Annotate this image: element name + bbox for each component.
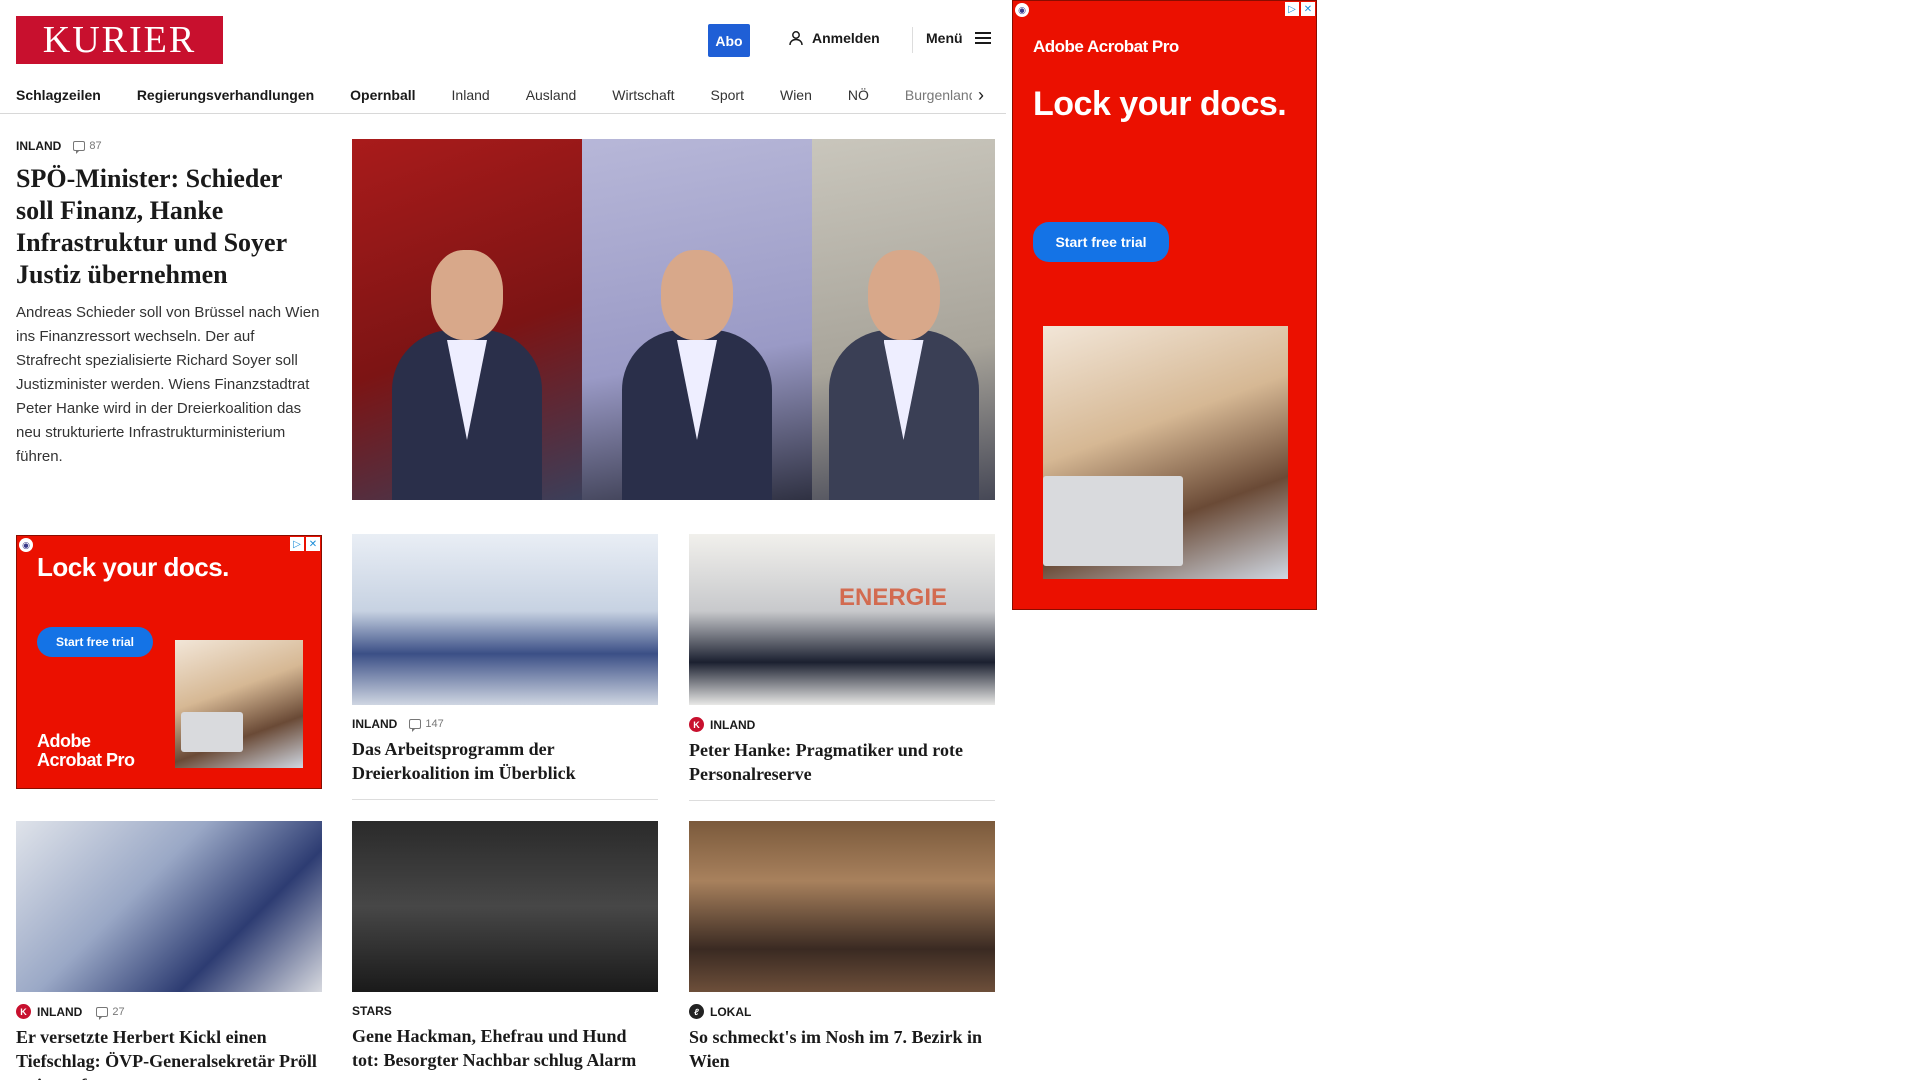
- menu-label: Menü: [926, 30, 963, 46]
- adobe-ad-skyscraper[interactable]: ◉ ▷ ✕ Adobe Acrobat Pro Lock your docs. S…: [1012, 0, 1317, 610]
- article-card[interactable]: ℓ LOKAL So schmeckt's im Nosh im 7. Bezi…: [689, 821, 995, 1073]
- ad-photo: [175, 640, 303, 768]
- lead-meta: INLAND 87: [16, 139, 322, 154]
- nav-scroll-right-icon[interactable]: ›: [972, 78, 990, 112]
- article-divider: [689, 800, 995, 801]
- article-meta: INLAND 147: [352, 717, 658, 732]
- lead-title[interactable]: SPÖ-Minister: Schieder soll Finanz, Hank…: [16, 163, 322, 291]
- user-icon: [789, 31, 803, 46]
- nav-item-inland[interactable]: Inland: [434, 87, 508, 103]
- comment-icon: [73, 141, 86, 154]
- menu-button[interactable]: Menü: [926, 30, 991, 46]
- article-meta: K INLAND 27: [16, 1004, 322, 1020]
- ad-cta-button[interactable]: Start free trial: [37, 627, 153, 657]
- nav-item-sport[interactable]: Sport: [693, 87, 762, 103]
- adchoices-icon[interactable]: ▷: [290, 537, 304, 551]
- nav-bottom-border: [0, 113, 1006, 114]
- article-comment-count[interactable]: 147: [409, 718, 444, 732]
- article-card[interactable]: K INLAND 27 Er versetzte Herbert Kickl e…: [16, 821, 322, 1080]
- lead-comments-value: 87: [89, 140, 102, 152]
- login-button[interactable]: Anmelden: [788, 30, 880, 46]
- comment-icon: [96, 1006, 109, 1020]
- article-image[interactable]: [689, 821, 995, 992]
- abo-button[interactable]: Abo: [708, 24, 750, 57]
- adobe-ad-inline[interactable]: ◉ ▷ ✕ Lock your docs. Start free trial Ad…: [16, 535, 322, 789]
- ad-cta-button[interactable]: Start free trial: [1033, 222, 1169, 262]
- article-title[interactable]: Das Arbeitsprogramm der Dreierkoalition …: [352, 737, 658, 785]
- article-meta: K INLAND: [689, 717, 995, 732]
- lokal-icon: ℓ: [689, 1004, 704, 1019]
- nav-item-ausland[interactable]: Ausland: [508, 87, 595, 103]
- article-card[interactable]: STARS Gene Hackman, Ehefrau und Hund tot…: [352, 821, 658, 1072]
- article-title[interactable]: Er versetzte Herbert Kickl einen Tiefsch…: [16, 1025, 322, 1080]
- lead-image-panel-3: [812, 139, 995, 500]
- article-comments-value: 27: [112, 1005, 125, 1018]
- article-divider: [352, 799, 658, 800]
- ad-brand: Adobe Acrobat Pro: [1033, 37, 1179, 56]
- lead-image-panel-2: [582, 139, 812, 500]
- lead-image-panel-1: [352, 139, 582, 500]
- ad-brand-line1: Adobe: [37, 731, 91, 751]
- article-category[interactable]: STARS: [352, 1004, 392, 1018]
- article-category[interactable]: INLAND: [352, 717, 397, 731]
- ad-headline: Lock your docs.: [1033, 85, 1287, 123]
- lead-teaser: Andreas Schieder soll von Brüssel nach W…: [16, 304, 320, 465]
- article-card[interactable]: ENERGIE K INLAND Peter Hanke: Pragmatike…: [689, 534, 995, 801]
- article-comments-value: 147: [425, 718, 444, 730]
- ad-privacy-icon[interactable]: ◉: [19, 538, 33, 552]
- ad-close-icon[interactable]: ✕: [306, 537, 320, 551]
- ad-photo: [1043, 326, 1288, 579]
- article-title[interactable]: Peter Hanke: Pragmatiker und rote Person…: [689, 738, 995, 786]
- article-meta: STARS: [352, 1004, 658, 1018]
- article-card[interactable]: INLAND 147 Das Arbeitsprogramm der Dreie…: [352, 534, 658, 800]
- article-comment-count[interactable]: 27: [96, 1005, 125, 1020]
- nav-item-noe[interactable]: NÖ: [830, 87, 887, 103]
- article-title[interactable]: Gene Hackman, Ehefrau und Hund tot: Beso…: [352, 1024, 658, 1072]
- kurier-plus-icon: K: [16, 1004, 31, 1019]
- lead-image[interactable]: [352, 139, 995, 500]
- section-nav: Schlagzeilen Regierungsverhandlungen Ope…: [16, 78, 990, 112]
- article-image[interactable]: ENERGIE: [689, 534, 995, 705]
- adchoices-icon[interactable]: ▷: [1285, 2, 1299, 16]
- article-category[interactable]: INLAND: [710, 718, 755, 732]
- article-image[interactable]: [352, 821, 658, 992]
- image-text: ENERGIE: [839, 584, 948, 611]
- ad-choices[interactable]: ▷ ✕: [290, 537, 320, 551]
- header-divider: [912, 27, 913, 53]
- ad-privacy-icon[interactable]: ◉: [1015, 3, 1029, 17]
- nav-item-wirtschaft[interactable]: Wirtschaft: [594, 87, 692, 103]
- login-label: Anmelden: [812, 30, 880, 46]
- article-category[interactable]: LOKAL: [710, 1005, 751, 1019]
- comment-icon: [409, 719, 422, 732]
- article-category[interactable]: INLAND: [37, 1005, 82, 1019]
- lead-article[interactable]: INLAND 87 SPÖ-Minister: Schieder soll Fi…: [16, 139, 322, 469]
- ad-headline: Lock your docs.: [37, 552, 229, 582]
- lead-category[interactable]: INLAND: [16, 139, 61, 153]
- ad-choices[interactable]: ▷ ✕: [1285, 2, 1315, 16]
- ad-close-icon[interactable]: ✕: [1301, 2, 1315, 16]
- article-image[interactable]: [352, 534, 658, 705]
- kurier-logo[interactable]: KURIER: [16, 16, 223, 64]
- nav-item-schlagzeilen[interactable]: Schlagzeilen: [16, 87, 119, 103]
- nav-item-regierungsverhandlungen[interactable]: Regierungsverhandlungen: [119, 87, 332, 103]
- kurier-plus-icon: K: [689, 717, 704, 732]
- nav-item-opernball[interactable]: Opernball: [332, 87, 433, 103]
- lead-comment-count[interactable]: 87: [73, 140, 102, 154]
- hamburger-icon: [974, 32, 991, 44]
- article-meta: ℓ LOKAL: [689, 1004, 995, 1019]
- ad-brand-line2: Acrobat Pro: [37, 750, 135, 770]
- article-image[interactable]: [16, 821, 322, 992]
- nav-item-wien[interactable]: Wien: [762, 87, 830, 103]
- article-title[interactable]: So schmeckt's im Nosh im 7. Bezirk in Wi…: [689, 1025, 995, 1073]
